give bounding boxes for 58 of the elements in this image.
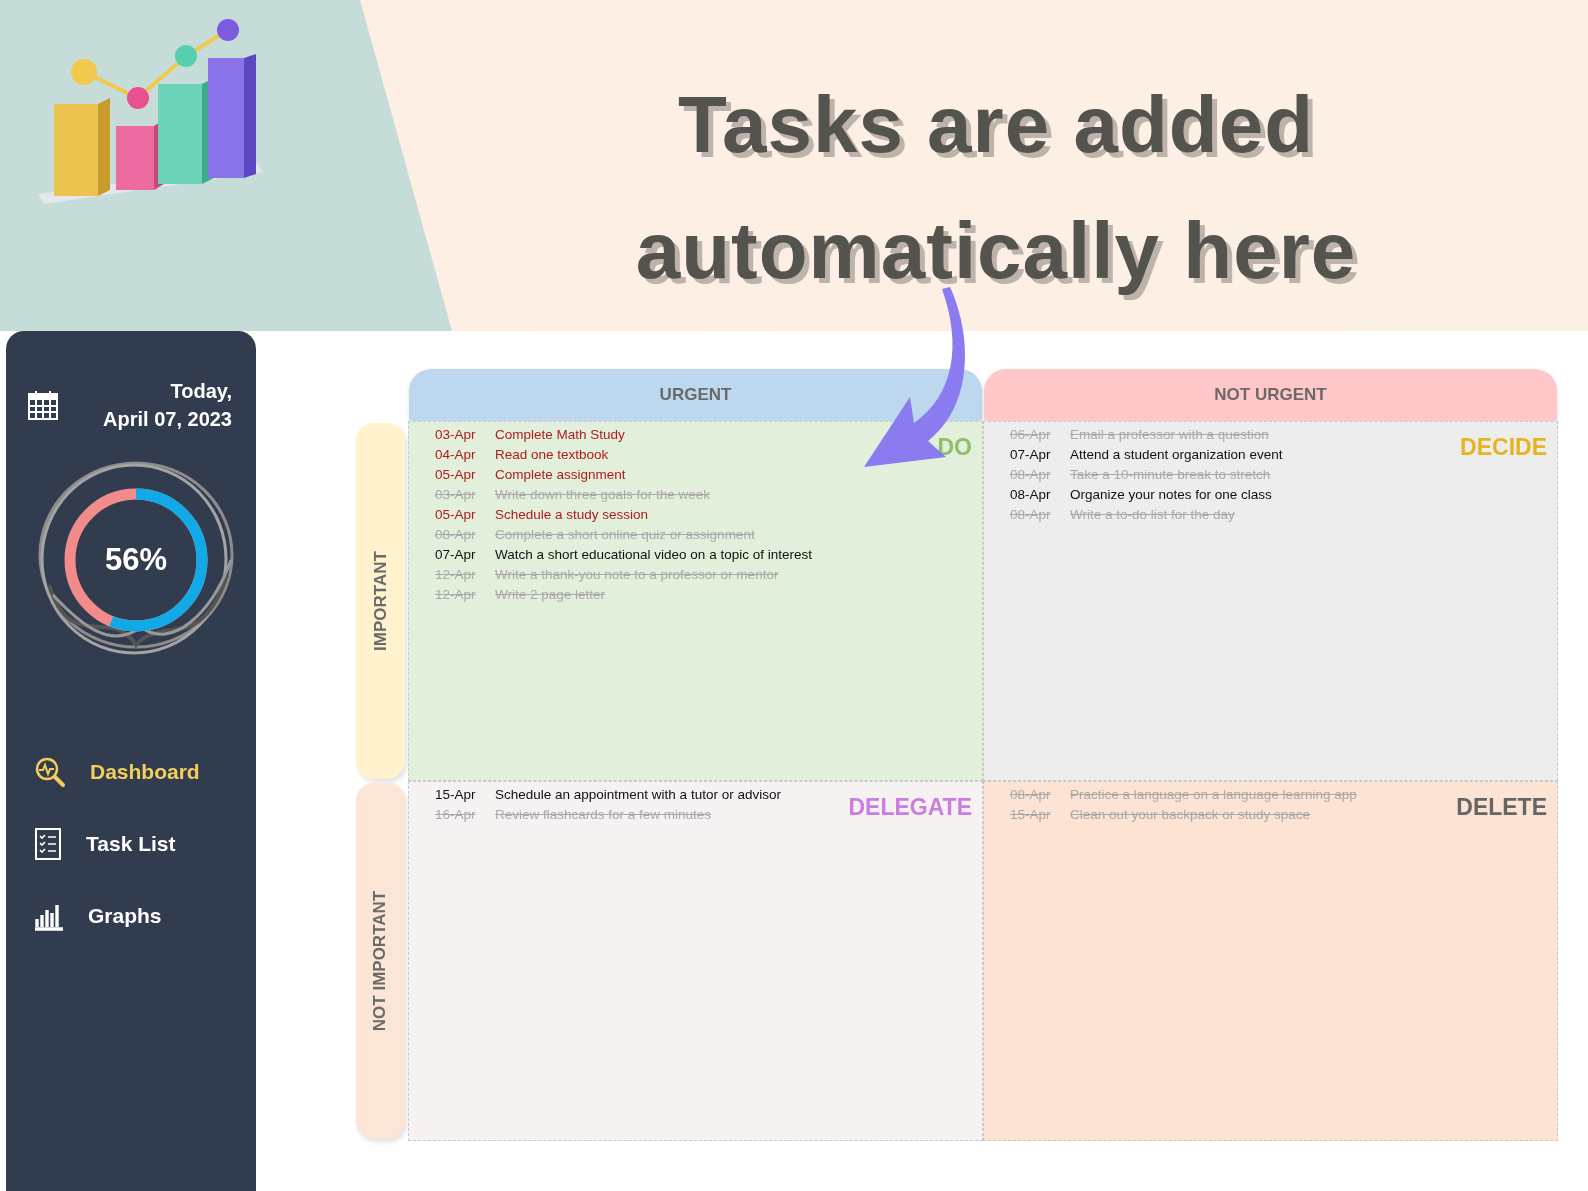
task-date: 07-Apr (1010, 446, 1052, 462)
task-text: Clean out your backpack or study space (1070, 806, 1311, 822)
nav-item[interactable]: Dashboard (34, 751, 256, 793)
quadrant-label: DELETE (1456, 794, 1547, 821)
chart-point (71, 59, 97, 85)
task-date: 08-Apr (435, 526, 477, 542)
checklist-icon (34, 827, 62, 861)
task-date: 08-Apr (1010, 786, 1052, 802)
task-text: Read one textbook (495, 446, 609, 462)
task-text: Review flashcards for a few minutes (495, 806, 712, 822)
column-header: NOT URGENT (984, 369, 1557, 421)
task-date: 03-Apr (435, 486, 477, 502)
task-date: 04-Apr (435, 446, 477, 462)
today-date: Today, April 07, 2023 (103, 379, 232, 432)
task-text: Schedule an appointment with a tutor or advisor (495, 786, 781, 802)
task-text: Complete Math Study (495, 426, 625, 442)
task-date: 08-Apr (1010, 486, 1052, 502)
task-text: Watch a short educational video on a topic of interest (495, 546, 812, 562)
task-date: 15-Apr (435, 786, 477, 802)
task-date: 03-Apr (435, 426, 477, 442)
task-text: Take a 10-minute break to stretch (1070, 466, 1271, 482)
task-text: Write down three goals for the week (495, 486, 711, 502)
calendar-icon (28, 390, 58, 420)
nav-item[interactable]: Graphs (34, 895, 256, 937)
task-date: 05-Apr (435, 466, 477, 482)
task-date: 08-Apr (1010, 466, 1052, 482)
chart-point (175, 45, 197, 67)
task-date: 16-Apr (435, 806, 477, 822)
quadrant-label: DO (937, 434, 972, 461)
task-date: 08-Apr (1010, 506, 1052, 522)
nav-item[interactable]: Task List (34, 823, 256, 865)
task-text: Write a to-do list for the day (1070, 506, 1235, 522)
headline: Tasks are added (677, 79, 1315, 171)
task-date: 12-Apr (435, 586, 477, 602)
task-date: 12-Apr (435, 566, 477, 582)
chart-point (127, 87, 149, 109)
task-date: 07-Apr (435, 546, 477, 562)
task-text: Email a professor with a question (1070, 426, 1269, 442)
task-date: 05-Apr (435, 506, 477, 522)
magnifier-pulse-icon (34, 756, 66, 788)
task-text: Schedule a study session (495, 506, 649, 522)
chart-point (217, 19, 239, 41)
task-date: 06-Apr (1010, 426, 1052, 442)
task-text: Organize your notes for one class (1070, 486, 1272, 502)
task-text: Complete assignment (495, 466, 626, 482)
task-text: Complete a short online quiz or assignment (495, 526, 755, 542)
task-date: 15-Apr (1010, 806, 1052, 822)
task-text: Write a thank-you note to a professor or mentor (495, 566, 779, 582)
column-header: URGENT (409, 369, 982, 421)
quadrant-label: DECIDE (1460, 434, 1547, 461)
task-text: Practice a language on a language learning app (1070, 786, 1357, 802)
headline: automatically here (635, 205, 1357, 297)
row-label: IMPORTANT (370, 551, 391, 651)
task-text: Write 2 page letter (495, 586, 606, 602)
task-text: Attend a student organization event (1070, 446, 1283, 462)
quadrant-label: DELEGATE (848, 794, 972, 821)
row-label: NOT IMPORTANT (370, 890, 391, 1032)
progress-percent: 56% (104, 542, 167, 578)
